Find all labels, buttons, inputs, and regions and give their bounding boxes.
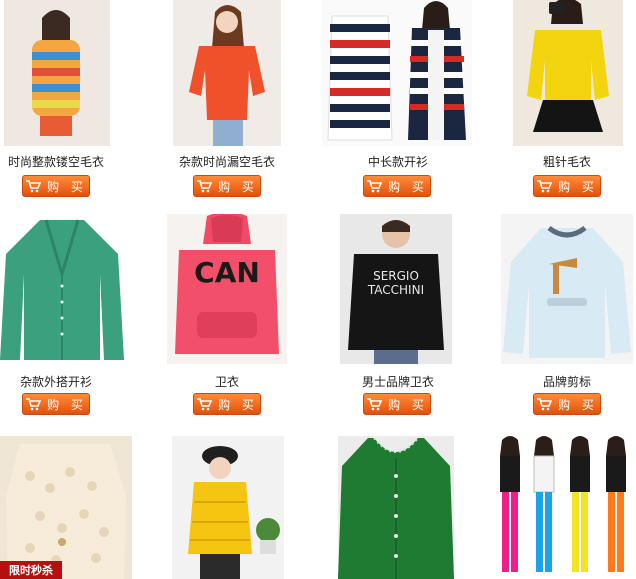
yellow-sweater-image: [513, 0, 623, 146]
product-photo[interactable]: CAN: [167, 214, 287, 364]
product-grid: 时尚整款镂空毛衣 购 买 杂款时尚漏空毛衣 购 买 中长款开衫 购 买 粗针毛衣…: [0, 0, 636, 579]
black-hoodie-image: SERGIO TACCHINI: [340, 214, 452, 364]
product-card: 时尚整款镂空毛衣 购 买: [0, 0, 160, 200]
product-photo[interactable]: 限时秒杀: [0, 436, 132, 579]
product-card: CAN 卫衣 购 买: [160, 214, 320, 415]
buy-button[interactable]: 购 买: [193, 175, 261, 197]
product-title[interactable]: 男士品牌卫衣: [318, 374, 478, 390]
hoodie-print: CAN: [194, 256, 260, 289]
product-photo[interactable]: [513, 0, 623, 146]
buy-button[interactable]: 购 买: [363, 393, 431, 415]
green-cardigan-pearl-image: [338, 436, 454, 579]
product-photo[interactable]: [4, 0, 110, 146]
leggings-group-image: [494, 436, 636, 579]
product-card: 中长款开衫 购 买: [320, 0, 480, 200]
buy-button[interactable]: 购 买: [22, 393, 90, 415]
product-card: [320, 436, 480, 579]
product-title[interactable]: 杂款外搭开衫: [0, 374, 136, 390]
buy-label: 购 买: [47, 397, 87, 412]
buy-label: 购 买: [218, 179, 258, 194]
product-title[interactable]: 杂款时尚漏空毛衣: [147, 154, 307, 170]
buy-button[interactable]: 购 买: [22, 175, 90, 197]
cart-icon: [537, 180, 553, 193]
product-card: SERGIO TACCHINI 男士品牌卫衣 购 买: [318, 214, 480, 415]
product-card: 限时秒杀: [0, 436, 160, 579]
green-cardigan-image: [0, 214, 124, 364]
buy-label: 购 买: [218, 397, 258, 412]
product-title[interactable]: 时尚整款镂空毛衣: [0, 154, 136, 170]
product-photo[interactable]: [494, 436, 636, 579]
product-photo[interactable]: [338, 436, 454, 579]
product-photo[interactable]: [0, 214, 124, 364]
buy-label: 购 买: [388, 397, 428, 412]
product-card: 杂款时尚漏空毛衣 购 买: [160, 0, 320, 200]
cart-icon: [367, 180, 383, 193]
cart-icon: [537, 398, 553, 411]
cart-icon: [26, 180, 42, 193]
product-title[interactable]: 中长款开衫: [318, 154, 478, 170]
product-photo[interactable]: [501, 214, 633, 364]
cart-icon: [197, 180, 213, 193]
product-title[interactable]: 卫衣: [147, 374, 307, 390]
cart-icon: [197, 398, 213, 411]
buy-label: 购 买: [558, 179, 598, 194]
flash-sale-badge: 限时秒杀: [0, 561, 62, 579]
light-blue-sweatshirt-image: [501, 214, 633, 364]
product-photo[interactable]: [173, 0, 281, 146]
product-card: 杂款外搭开衫 购 买: [0, 214, 160, 415]
product-card: [480, 436, 636, 579]
cream-lace-sweater-image: [0, 436, 132, 579]
yellow-jacket-image: [172, 436, 284, 579]
orange-sweater-image: [173, 0, 281, 146]
product-card: 品牌剪标 购 买: [480, 214, 636, 415]
striped-sweater-image: [4, 0, 110, 146]
product-title[interactable]: 粗针毛衣: [487, 154, 636, 170]
product-photo[interactable]: SERGIO TACCHINI: [340, 214, 452, 364]
buy-button[interactable]: 购 买: [193, 393, 261, 415]
product-title[interactable]: 品牌剪标: [487, 374, 636, 390]
product-card: 粗针毛衣 购 买: [480, 0, 636, 200]
cart-icon: [367, 398, 383, 411]
buy-label: 购 买: [47, 179, 87, 194]
buy-button[interactable]: 购 买: [533, 175, 601, 197]
product-photo[interactable]: [322, 0, 472, 146]
buy-button[interactable]: 购 买: [363, 175, 431, 197]
product-photo[interactable]: [172, 436, 284, 579]
product-card: [160, 436, 320, 579]
hoodie-print-line1: SERGIO: [373, 269, 419, 283]
buy-label: 购 买: [558, 397, 598, 412]
buy-button[interactable]: 购 买: [533, 393, 601, 415]
hoodie-print-line2: TACCHINI: [367, 283, 424, 297]
cart-icon: [26, 398, 42, 411]
pink-hoodie-image: CAN: [167, 214, 287, 364]
striped-cardigan-image: [322, 0, 472, 146]
buy-label: 购 买: [388, 179, 428, 194]
